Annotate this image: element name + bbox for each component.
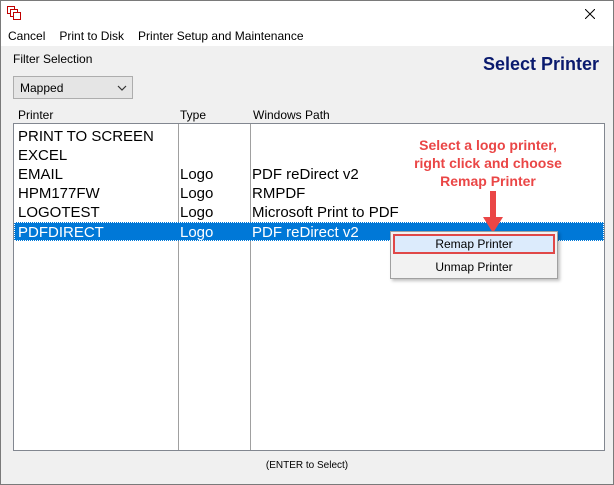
chevron-down-icon bbox=[117, 85, 127, 91]
app-icon bbox=[7, 6, 21, 20]
printer-path: PDF reDirect v2 bbox=[252, 224, 359, 241]
column-header-type[interactable]: Type bbox=[180, 108, 206, 122]
column-header-printer[interactable]: Printer bbox=[18, 108, 53, 122]
annotation-line: right click and choose bbox=[414, 155, 562, 171]
menu-printer-setup[interactable]: Printer Setup and Maintenance bbox=[131, 27, 310, 46]
page-title: Select Printer bbox=[482, 54, 599, 74]
column-header-windows-path[interactable]: Windows Path bbox=[253, 108, 330, 122]
printer-type: Logo bbox=[180, 224, 214, 241]
printer-name: EMAIL bbox=[18, 166, 64, 183]
filter-selection-label: Filter Selection bbox=[13, 52, 93, 66]
menu-bar: Cancel Print to Disk Printer Setup and M… bbox=[1, 27, 613, 46]
select-printer-window: Cancel Print to Disk Printer Setup and M… bbox=[0, 0, 614, 485]
annotation-callout: Select a logo printer, right click and c… bbox=[393, 136, 583, 190]
printer-name: EXCEL bbox=[18, 147, 68, 164]
printer-name: HPM177FW bbox=[18, 185, 100, 202]
annotation-arrow-icon bbox=[483, 191, 503, 233]
printer-type: Logo bbox=[180, 166, 214, 183]
printer-name: LOGOTEST bbox=[18, 204, 100, 221]
printer-type: Logo bbox=[180, 185, 214, 202]
annotation-line: Remap Printer bbox=[440, 173, 536, 189]
unmap-printer-menu-item[interactable]: Unmap Printer bbox=[391, 256, 557, 278]
close-icon bbox=[585, 9, 595, 19]
filter-dropdown[interactable]: Mapped bbox=[13, 76, 133, 99]
printer-type: Logo bbox=[180, 204, 214, 221]
menu-cancel[interactable]: Cancel bbox=[1, 27, 52, 46]
printer-name: PRINT TO SCREEN bbox=[18, 128, 154, 145]
footer-hint: (ENTER to Select) bbox=[265, 460, 349, 471]
close-button[interactable] bbox=[567, 1, 613, 27]
annotation-line: Select a logo printer, bbox=[419, 137, 557, 153]
printer-row[interactable]: LOGOTEST Logo Microsoft Print to PDF bbox=[14, 203, 604, 222]
printer-name: PDFDIRECT bbox=[18, 224, 104, 241]
printer-path: RMPDF bbox=[252, 185, 306, 202]
filter-dropdown-value: Mapped bbox=[20, 80, 64, 95]
printer-path: Microsoft Print to PDF bbox=[252, 204, 399, 221]
remap-printer-menu-item[interactable]: Remap Printer bbox=[393, 234, 555, 254]
title-bar bbox=[1, 1, 613, 27]
context-menu: Remap Printer Unmap Printer bbox=[390, 231, 558, 279]
menu-print-to-disk[interactable]: Print to Disk bbox=[52, 27, 131, 46]
printer-path: PDF reDirect v2 bbox=[252, 166, 359, 183]
